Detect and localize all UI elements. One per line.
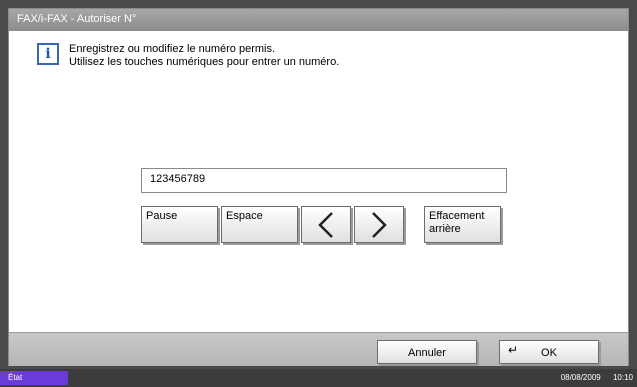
cancel-button[interactable]: Annuler xyxy=(377,340,477,364)
status-bar: État 08/08/2009 10:10 xyxy=(0,369,637,387)
backspace-button[interactable]: Effacement arrière xyxy=(424,206,501,243)
time: 10:10 xyxy=(612,373,633,382)
instruction-line-2: Utilisez les touches numériques pour ent… xyxy=(69,56,340,68)
backspace-label-line-2: arrière xyxy=(429,223,461,235)
info-icon: i xyxy=(37,43,59,65)
cursor-left-button[interactable] xyxy=(301,206,351,243)
ok-label: OK xyxy=(541,347,557,359)
pause-button[interactable]: Pause xyxy=(141,206,218,243)
instruction-line-1: Enregistrez ou modifiez le numéro permis… xyxy=(69,43,276,55)
bottom-action-bar: Annuler ↵ OK xyxy=(9,332,628,366)
space-button[interactable]: Espace xyxy=(221,206,298,243)
instruction-message: Enregistrez ou modifiez le numéro permis… xyxy=(69,43,339,69)
enter-icon: ↵ xyxy=(508,343,519,357)
dialog-screen: FAX/i-FAX - Autoriser N° i Enregistrez o… xyxy=(8,8,629,366)
ok-button[interactable]: ↵ OK xyxy=(499,340,599,364)
backspace-label-line-1: Effacement xyxy=(429,210,485,222)
dialog-title: FAX/i-FAX - Autoriser N° xyxy=(9,9,628,31)
chevron-right-icon xyxy=(372,211,387,238)
date-time: 08/08/2009 10:10 xyxy=(561,373,633,382)
date: 08/08/2009 xyxy=(560,373,601,382)
chevron-left-icon xyxy=(318,211,333,238)
permitted-number-field[interactable]: 123456789 xyxy=(141,168,507,193)
cursor-right-button[interactable] xyxy=(354,206,404,243)
status-button[interactable]: État xyxy=(0,371,68,385)
